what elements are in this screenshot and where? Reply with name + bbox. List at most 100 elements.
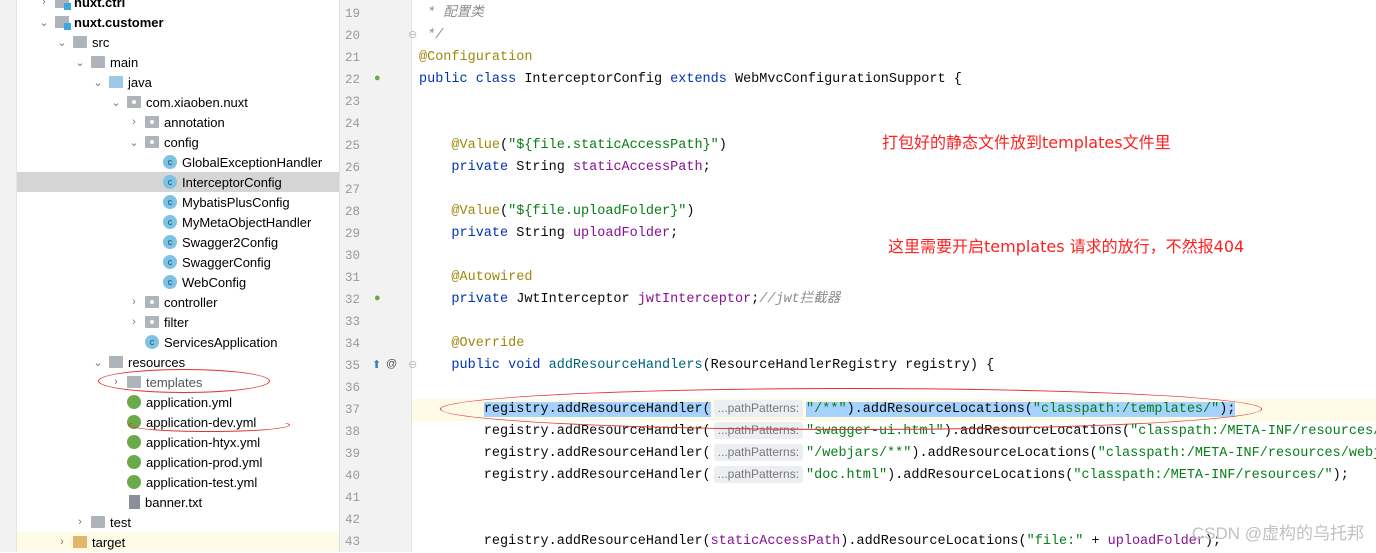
chevron-down-icon[interactable]: ⌄ [73, 56, 87, 69]
code-line[interactable]: @Configuration [419, 47, 532, 69]
code-line[interactable]: */ [419, 25, 443, 47]
code-line[interactable]: registry.addResourceHandler(...pathPatte… [419, 465, 1349, 487]
spring-bean-icon[interactable]: ● [374, 72, 381, 84]
project-tree: › nuxt.ctrl ⌄ nuxt.customer ⌄ src ⌄ main ⌄ java ⌄ c… [0, 0, 340, 552]
code-line[interactable]: private String staticAccessPath; [419, 157, 711, 179]
code-token: ).addResourceLocations( [887, 468, 1074, 483]
code-token: private [419, 226, 517, 241]
class-icon: c [163, 195, 177, 209]
tree-item[interactable]: banner.txt [17, 492, 339, 512]
chevron-down-icon[interactable]: ⌄ [91, 76, 105, 89]
code-line[interactable]: registry.addResourceHandler(staticAccess… [419, 531, 1221, 552]
package-icon [145, 296, 159, 308]
folder-icon [73, 36, 87, 48]
tree-item[interactable]: › controller [17, 292, 339, 312]
tree-item[interactable]: application-htyx.yml [17, 432, 339, 452]
tree-item-label: test [110, 514, 131, 530]
chevron-down-icon[interactable]: ⌄ [127, 136, 141, 149]
tree-item[interactable]: c MybatisPlusConfig [17, 192, 339, 212]
tree-item[interactable]: c Swagger2Config [17, 232, 339, 252]
tree-item-label: application-prod.yml [146, 454, 263, 470]
tree-item[interactable]: › filter [17, 312, 339, 332]
package-icon [127, 96, 141, 108]
code-token: @Configuration [419, 50, 533, 65]
tree-item-label: GlobalExceptionHandler [182, 154, 323, 170]
code-token: registry.addResourceHandler( [419, 468, 711, 483]
tree-item-label: SwaggerConfig [182, 254, 271, 270]
yaml-file-icon [127, 475, 141, 489]
code-token: ; [670, 226, 679, 241]
code-token: ( [500, 138, 509, 153]
code-line[interactable]: public void addResourceHandlers(Resource… [419, 355, 994, 377]
tree-item[interactable]: application-prod.yml [17, 452, 339, 472]
tree-item[interactable]: c WebConfig [17, 272, 339, 292]
spring-bean-icon[interactable]: ● [374, 292, 381, 304]
annotation-note-2: 这里需要开启templates 请求的放行，不然报404 [888, 237, 1245, 256]
tree-item[interactable]: ⌄ src [17, 32, 339, 52]
line-number: 23 [344, 95, 360, 109]
tree-item[interactable]: c ServicesApplication [17, 332, 339, 352]
annotation-icon[interactable]: @ [386, 358, 397, 370]
code-line[interactable]: @Value("${file.uploadFolder}") [419, 201, 694, 223]
code-token: ; [702, 160, 711, 175]
code-line[interactable]: @Autowired [419, 267, 532, 289]
code-line[interactable]: * 配置类 [419, 3, 484, 25]
class-icon: c [163, 175, 177, 189]
chevron-right-icon[interactable]: › [55, 536, 69, 548]
code-token: InterceptorConfig [524, 72, 671, 87]
tree-item[interactable]: c MyMetaObjectHandler [17, 212, 339, 232]
tree-item[interactable]: ⌄ nuxt.customer [17, 12, 339, 32]
chevron-right-icon[interactable]: › [127, 116, 141, 128]
line-number: 41 [344, 491, 360, 505]
chevron-right-icon[interactable]: › [127, 296, 141, 308]
chevron-down-icon[interactable]: ⌄ [91, 356, 105, 369]
code-line[interactable]: private JwtInterceptor jwtInterceptor;//… [419, 289, 840, 311]
line-number: 37 [344, 403, 360, 417]
override-icon[interactable]: ⬆ [372, 358, 381, 371]
tree-item[interactable]: ⌄ java [17, 72, 339, 92]
code-line[interactable]: registry.addResourceHandler(...pathPatte… [419, 443, 1376, 465]
class-icon: c [163, 155, 177, 169]
code-line[interactable]: public class InterceptorConfig extends W… [419, 69, 962, 91]
tree-item[interactable]: ⌄ main [17, 52, 339, 72]
code-token: + [1083, 534, 1108, 549]
code-token: ).addResourceLocations( [840, 534, 1027, 549]
code-line[interactable]: @Override [419, 333, 524, 355]
tree-item[interactable]: application.yml [17, 392, 339, 412]
chevron-right-icon[interactable]: › [73, 516, 87, 528]
chevron-right-icon[interactable]: › [37, 0, 51, 8]
chevron-right-icon[interactable]: › [127, 316, 141, 328]
chevron-down-icon[interactable]: ⌄ [55, 36, 69, 49]
line-number: 28 [344, 205, 360, 219]
tree-item[interactable]: › nuxt.ctrl [17, 0, 339, 12]
line-number: 25 [344, 139, 360, 153]
line-number: 40 [344, 469, 360, 483]
tree-item[interactable]: c SwaggerConfig [17, 252, 339, 272]
code-token: "classpath:/META-INF/resources/" [1130, 424, 1376, 439]
tree-item[interactable]: ⌄ config [17, 132, 339, 152]
yaml-file-icon [127, 435, 141, 449]
code-token: @Value [419, 138, 501, 153]
code-token: @Autowired [419, 270, 533, 285]
tree-item[interactable]: › target [17, 532, 339, 552]
tree-item[interactable]: application-test.yml [17, 472, 339, 492]
tree-item[interactable]: c InterceptorConfig [17, 172, 339, 192]
tree-item[interactable]: c GlobalExceptionHandler [17, 152, 339, 172]
code-token: public void [419, 358, 549, 373]
code-token: staticAccessPath [710, 534, 841, 549]
code-token: uploadFolder [572, 226, 671, 241]
class-icon: c [163, 275, 177, 289]
tree-item-label: com.xiaoben.nuxt [146, 94, 248, 110]
code-token: String [516, 226, 573, 241]
chevron-down-icon[interactable]: ⌄ [37, 16, 51, 29]
code-line[interactable]: @Value("${file.staticAccessPath}") [419, 135, 726, 157]
tree-item[interactable]: › annotation [17, 112, 339, 132]
tree-item-label: application.yml [146, 394, 232, 410]
code-line[interactable]: private String uploadFolder; [419, 223, 678, 245]
code-token: uploadFolder [1107, 534, 1205, 549]
code-editor[interactable]: * 配置类 */ @Configuration public class Inter… [412, 0, 1376, 552]
tree-item[interactable]: ⌄ com.xiaoben.nuxt [17, 92, 339, 112]
chevron-down-icon[interactable]: ⌄ [109, 96, 123, 109]
tree-item[interactable]: › test [17, 512, 339, 532]
class-icon: c [163, 255, 177, 269]
